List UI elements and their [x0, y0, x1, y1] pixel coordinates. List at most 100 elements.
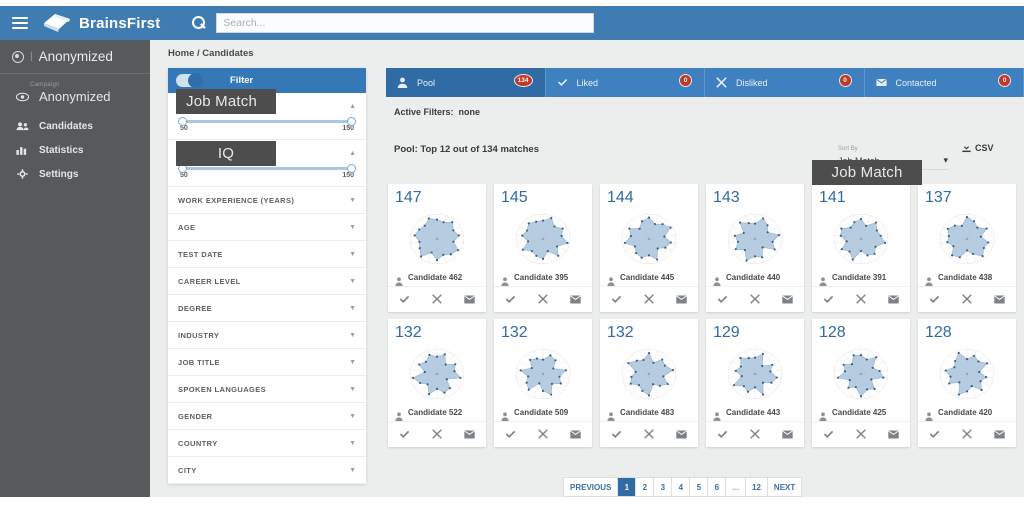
chevron-down-icon[interactable]: ▾ — [943, 155, 948, 166]
filter-section-work-experience-years[interactable]: WORK EXPERIENCE (YEARS) ▼ — [168, 187, 366, 214]
sidebar-item-campaign[interactable]: Anonymized — [0, 89, 150, 114]
contact-button[interactable] — [994, 430, 1006, 441]
contact-button[interactable] — [782, 295, 794, 306]
filter-section-gender[interactable]: GENDER ▼ — [168, 403, 366, 430]
sidebar-item-settings[interactable]: Settings — [0, 162, 150, 186]
like-button[interactable] — [398, 430, 410, 441]
candidate-card[interactable]: 132 Candidate 522 — [388, 319, 486, 447]
like-button[interactable] — [398, 295, 410, 306]
pagination-page-5[interactable]: 5 — [690, 478, 709, 496]
dislike-button[interactable] — [749, 429, 761, 441]
contact-button[interactable] — [888, 295, 900, 306]
filter-section-spoken-languages[interactable]: SPOKEN LANGUAGES ▼ — [168, 376, 366, 403]
chevron-down-icon[interactable]: ▼ — [349, 224, 356, 231]
pagination-page-12[interactable]: 12 — [746, 478, 768, 496]
candidate-card[interactable]: 132 Candidate 509 — [494, 319, 592, 447]
pagination-page-1[interactable]: 1 — [618, 478, 637, 496]
chevron-up-icon[interactable]: ▲ — [349, 150, 356, 157]
chevron-down-icon[interactable]: ▼ — [349, 332, 356, 339]
dislike-button[interactable] — [961, 294, 973, 306]
chevron-up-icon[interactable]: ▲ — [349, 103, 356, 110]
dislike-button[interactable] — [431, 294, 443, 306]
slider-knob-max[interactable] — [347, 163, 356, 173]
chevron-down-icon[interactable]: ▼ — [349, 386, 356, 393]
like-button[interactable] — [928, 295, 940, 306]
contact-button[interactable] — [570, 430, 582, 441]
sidebar-item-statistics[interactable]: Statistics — [0, 138, 150, 162]
chevron-down-icon[interactable]: ▼ — [349, 251, 356, 258]
search-input[interactable] — [216, 13, 595, 33]
like-button[interactable] — [928, 430, 940, 441]
pagination-previous[interactable]: PREVIOUS — [564, 478, 619, 496]
contact-button[interactable] — [888, 430, 900, 441]
like-button[interactable] — [610, 295, 622, 306]
dislike-button[interactable] — [537, 294, 549, 306]
brand-logo-group[interactable]: BrainsFirst — [42, 12, 160, 34]
candidate-card[interactable]: 143 Candidate 440 — [706, 184, 804, 312]
dislike-button[interactable] — [855, 429, 867, 441]
candidate-card[interactable]: 137 Candidate 438 — [918, 184, 1016, 312]
chevron-down-icon[interactable]: ▼ — [349, 413, 356, 420]
dislike-button[interactable] — [431, 429, 443, 441]
slider-knob-max[interactable] — [347, 116, 356, 126]
pagination-next[interactable]: NEXT — [767, 478, 802, 496]
like-button[interactable] — [504, 295, 516, 306]
contact-button[interactable] — [570, 295, 582, 306]
pagination-page-2[interactable]: 2 — [636, 478, 655, 496]
like-button[interactable] — [716, 295, 728, 306]
like-button[interactable] — [822, 430, 834, 441]
hamburger-icon[interactable] — [12, 14, 28, 32]
pagination-page-4[interactable]: 4 — [672, 478, 691, 496]
tab-liked[interactable]: Liked 0 — [545, 68, 705, 97]
contact-button[interactable] — [994, 295, 1006, 306]
dislike-button[interactable] — [537, 429, 549, 441]
pagination-page-3[interactable]: 3 — [654, 478, 673, 496]
filter-section-job-title[interactable]: JOB TITLE ▼ — [168, 349, 366, 376]
dislike-button[interactable] — [749, 294, 761, 306]
candidate-card[interactable]: 129 Candidate 443 — [706, 319, 804, 447]
like-button[interactable] — [610, 430, 622, 441]
chevron-down-icon[interactable]: ▼ — [349, 197, 356, 204]
search-icon[interactable] — [192, 16, 206, 30]
dislike-button[interactable] — [961, 429, 973, 441]
chevron-down-icon[interactable]: ▼ — [349, 278, 356, 285]
like-button[interactable] — [716, 430, 728, 441]
sidebar-account-header[interactable]: | Anonymized — [0, 40, 150, 74]
candidate-card[interactable]: 145 Candidate 395 — [494, 184, 592, 312]
candidate-card[interactable]: 132 Candidate 483 — [600, 319, 698, 447]
dislike-button[interactable] — [643, 429, 655, 441]
contact-button[interactable] — [464, 430, 476, 441]
csv-export-button[interactable]: CSV — [962, 143, 994, 153]
tab-pool[interactable]: Pool 134 — [386, 68, 546, 97]
filter-section-country[interactable]: COUNTRY ▼ — [168, 430, 366, 457]
dislike-button[interactable] — [855, 294, 867, 306]
tab-disliked[interactable]: Disliked 0 — [705, 68, 865, 97]
filter-section-degree[interactable]: DEGREE ▼ — [168, 295, 366, 322]
candidate-card[interactable]: 128 Candidate 425 — [812, 319, 910, 447]
filter-section-test-date[interactable]: TEST DATE ▼ — [168, 241, 366, 268]
sidebar-item-candidates[interactable]: Candidates — [0, 114, 150, 138]
contact-button[interactable] — [676, 295, 688, 306]
like-button[interactable] — [822, 295, 834, 306]
chevron-down-icon[interactable]: ▼ — [349, 305, 356, 312]
contact-button[interactable] — [676, 430, 688, 441]
candidate-card[interactable]: 144 Candidate 445 — [600, 184, 698, 312]
chevron-down-icon[interactable]: ▼ — [349, 359, 356, 366]
filter-toggle[interactable] — [176, 73, 203, 88]
chevron-down-icon[interactable]: ▼ — [349, 440, 356, 447]
filter-section-age[interactable]: AGE ▼ — [168, 214, 366, 241]
filter-section-career-level[interactable]: CAREER LEVEL ▼ — [168, 268, 366, 295]
filter-section-industry[interactable]: INDUSTRY ▼ — [168, 322, 366, 349]
candidate-card[interactable]: 147 Candidate 462 — [388, 184, 486, 312]
slider-knob-min[interactable] — [178, 116, 187, 126]
job-match-slider[interactable]: 50 150 — [178, 113, 356, 133]
contact-button[interactable] — [782, 430, 794, 441]
filter-section-city[interactable]: CITY ▼ — [168, 457, 366, 484]
like-button[interactable] — [504, 430, 516, 441]
tab-contacted[interactable]: Contacted 0 — [864, 68, 1024, 97]
candidate-card[interactable]: 128 Candidate 420 — [918, 319, 1016, 447]
pagination-page-6[interactable]: 6 — [708, 478, 727, 496]
dislike-button[interactable] — [643, 294, 655, 306]
chevron-down-icon[interactable]: ▼ — [349, 467, 356, 474]
candidate-card[interactable]: 141 Candidate 391 — [812, 184, 910, 312]
